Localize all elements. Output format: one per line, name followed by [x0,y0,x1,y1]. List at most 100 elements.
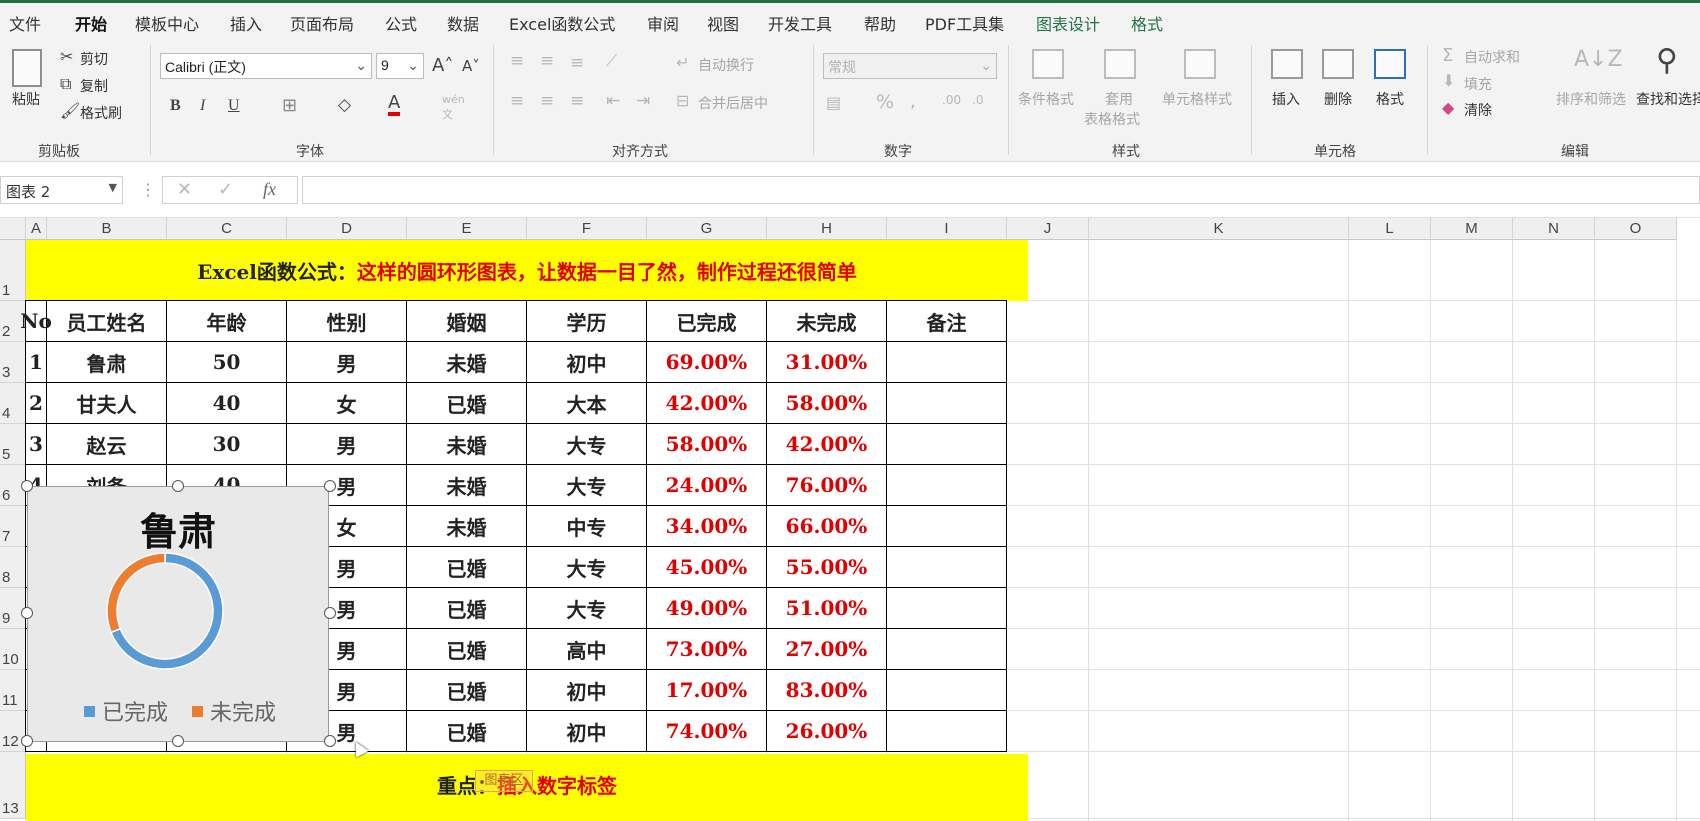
table-header-cell[interactable]: 年龄 [167,301,287,342]
column-header-j[interactable]: J [1007,218,1089,240]
table-cell[interactable]: 已婚 [407,383,527,424]
table-cell[interactable]: 初中 [527,342,647,383]
cell-styles-button[interactable]: 单元格样式 [1162,89,1232,109]
table-cell[interactable]: 66.00% [767,506,887,547]
table-cell[interactable] [887,424,1007,465]
merge-center-button[interactable]: 合并后居中 [698,93,768,113]
table-cell[interactable]: 未婚 [407,506,527,547]
table-cell[interactable]: 76.00% [767,465,887,506]
table-cell[interactable]: 45.00% [647,547,767,588]
autosum-button[interactable]: 自动求和 [1464,47,1520,67]
delete-cells-button[interactable]: 删除 [1324,89,1352,109]
row-header-1[interactable]: 1 [0,240,26,301]
table-format-button-line1[interactable]: 套用 [1105,89,1133,109]
find-select-button[interactable]: 查找和选择 [1636,89,1700,109]
tab-developer[interactable]: 开发工具 [768,11,832,35]
fill-color-icon[interactable]: ◇ [338,95,351,115]
table-cell[interactable]: 51.00% [767,588,887,629]
insert-function-icon[interactable]: fx [263,179,276,200]
decrease-indent-icon[interactable]: ⇤ [606,91,620,111]
table-cell[interactable]: 大专 [527,588,647,629]
font-name-dropdown[interactable]: Calibri (正文) ⌄ [160,53,372,79]
table-cell[interactable] [887,588,1007,629]
bold-icon[interactable]: B [170,97,181,115]
paste-button[interactable]: 粘贴 [12,89,40,109]
tab-format[interactable]: 格式 [1131,11,1163,35]
sheet-title-cell[interactable]: Excel函数公式： 这样的圆环形图表，让数据一目了然，制作过程还很简单 [26,240,1028,300]
column-header-i[interactable]: I [887,218,1007,240]
percent-icon[interactable]: % [876,91,894,113]
table-cell[interactable]: 3 [26,424,47,465]
table-header-cell[interactable]: No [20,301,52,342]
number-format-dropdown[interactable]: 常规 ⌄ [823,53,997,79]
resize-handle-top-left[interactable] [21,480,33,492]
table-format-button-line2[interactable]: 表格格式 [1084,109,1140,129]
align-bottom-icon[interactable]: ≡ [570,53,584,73]
tab-excel-functions[interactable]: Excel函数公式 [509,11,615,35]
cut-button[interactable]: 剪切 [80,49,108,69]
decrease-font-icon[interactable]: A˅ [462,57,480,75]
resize-handle-right[interactable] [324,607,336,619]
table-cell[interactable] [887,547,1007,588]
align-left-icon[interactable]: ≡ [510,91,524,111]
column-header-k[interactable]: K [1089,218,1349,240]
tab-file[interactable]: 文件 [9,11,41,35]
align-right-icon[interactable]: ≡ [570,91,584,111]
clear-button[interactable]: 清除 [1464,100,1492,120]
table-cell[interactable]: 甘夫人 [47,383,167,424]
tab-home[interactable]: 开始 [75,11,108,42]
table-cell[interactable] [887,383,1007,424]
table-cell[interactable]: 未婚 [407,342,527,383]
column-header-c[interactable]: C [167,218,287,240]
copy-button[interactable]: 复制 [80,76,108,96]
row-header-10[interactable]: 10 [0,629,26,670]
tab-page-layout[interactable]: 页面布局 [290,11,354,35]
phonetic-icon[interactable]: wén 文 [442,93,465,122]
table-cell[interactable] [887,629,1007,670]
row-header-7[interactable]: 7 [0,506,26,547]
align-top-icon[interactable]: ≡ [510,51,524,71]
table-cell[interactable] [887,342,1007,383]
font-color-icon[interactable]: A [388,94,401,116]
cancel-icon[interactable]: ✕ [177,179,192,200]
insert-cells-button[interactable]: 插入 [1272,89,1300,109]
tab-help[interactable]: 帮助 [864,11,896,35]
table-cell[interactable] [887,465,1007,506]
table-header-cell[interactable]: 未完成 [767,301,887,342]
table-header-cell[interactable]: 性别 [287,301,407,342]
table-cell[interactable]: 已婚 [407,711,527,752]
border-icon[interactable]: ⊞ [282,95,297,116]
currency-icon[interactable]: ▤ [826,93,841,112]
more-options-icon[interactable]: ⋮ [140,180,156,199]
format-cells-button[interactable]: 格式 [1376,89,1404,109]
column-header-m[interactable]: M [1431,218,1513,240]
table-cell[interactable]: 58.00% [767,383,887,424]
table-header-cell[interactable]: 婚姻 [407,301,527,342]
table-cell[interactable]: 58.00% [647,424,767,465]
table-cell[interactable]: 74.00% [647,711,767,752]
table-cell[interactable]: 女 [287,383,407,424]
table-cell[interactable]: 高中 [527,629,647,670]
table-cell[interactable]: 大本 [527,383,647,424]
table-header-cell[interactable]: 员工姓名 [47,301,167,342]
table-cell[interactable]: 26.00% [767,711,887,752]
row-header-12[interactable]: 12 [0,711,26,752]
table-cell[interactable]: 未婚 [407,424,527,465]
increase-decimal-icon[interactable]: .00 [942,93,961,107]
table-cell[interactable]: 中专 [527,506,647,547]
wrap-text-button[interactable]: 自动换行 [698,55,754,75]
legend-item-completed[interactable]: 已完成 [84,695,168,727]
doughnut-chart[interactable]: 鲁肃 已完成 未完成 [27,486,329,742]
row-header-5[interactable]: 5 [0,424,26,465]
resize-handle-bottom-right[interactable] [324,735,336,747]
column-header-a[interactable]: A [26,218,47,240]
resize-handle-left[interactable] [21,607,33,619]
column-header-o[interactable]: O [1595,218,1677,240]
table-cell[interactable]: 42.00% [767,424,887,465]
table-cell[interactable]: 34.00% [647,506,767,547]
table-cell[interactable]: 已婚 [407,547,527,588]
table-cell[interactable]: 赵云 [47,424,167,465]
row-header-3[interactable]: 3 [0,342,26,383]
table-cell[interactable]: 鲁肃 [47,342,167,383]
column-header-f[interactable]: F [527,218,647,240]
